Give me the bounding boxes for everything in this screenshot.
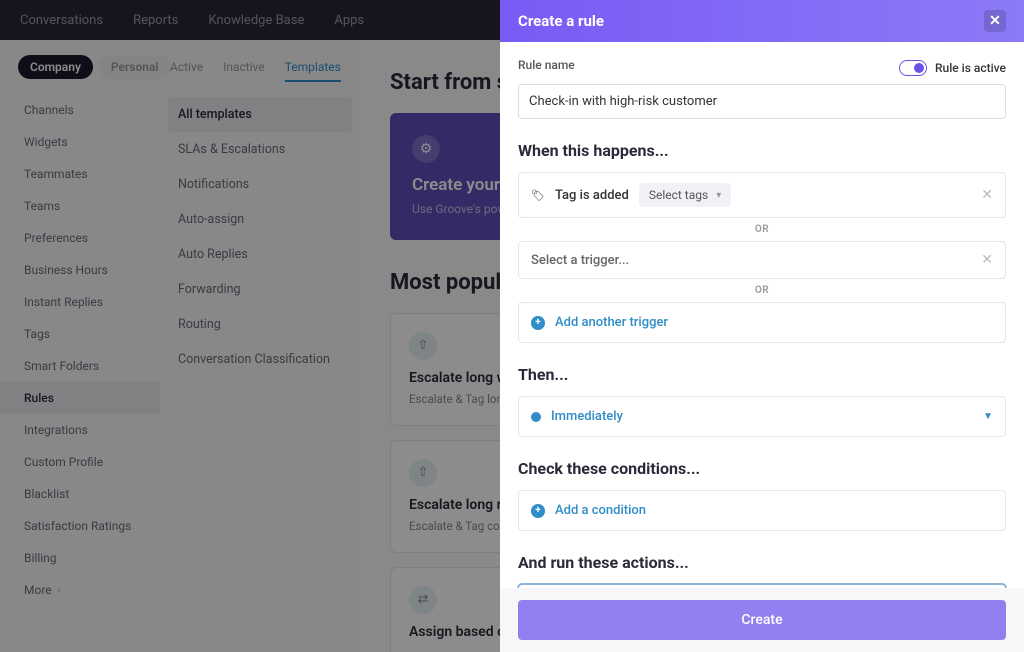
then-timing-dropdown[interactable]: Immediately ▼ xyxy=(518,396,1006,437)
section-actions: And run these actions... xyxy=(518,553,1006,572)
add-trigger-button[interactable]: + Add another trigger xyxy=(518,302,1006,343)
rule-active-label: Rule is active xyxy=(935,61,1006,75)
add-condition-button[interactable]: + Add a condition xyxy=(518,490,1006,531)
rule-name-input[interactable] xyxy=(518,84,1006,119)
rule-name-label: Rule name xyxy=(518,58,575,72)
dot-icon xyxy=(531,412,541,422)
remove-trigger-icon[interactable]: ✕ xyxy=(981,252,993,268)
section-then: Then... xyxy=(518,365,1006,384)
tag-icon: 🏷 xyxy=(531,189,545,202)
create-button[interactable]: Create xyxy=(518,600,1006,640)
or-separator: OR xyxy=(518,279,1006,302)
section-when: When this happens... xyxy=(518,141,1006,160)
trigger-select-row[interactable]: Select a trigger... ✕ xyxy=(518,241,1006,279)
panel-title: Create a rule xyxy=(518,12,604,30)
plus-icon: + xyxy=(531,316,545,330)
section-conditions: Check these conditions... xyxy=(518,459,1006,478)
create-rule-panel: Create a rule ✕ Rule name Rule is active… xyxy=(500,0,1024,652)
select-tags-dropdown[interactable]: Select tags ▾ xyxy=(639,183,731,207)
caret-down-icon: ▼ xyxy=(983,411,993,422)
close-icon: ✕ xyxy=(989,13,1001,29)
trigger-placeholder: Select a trigger... xyxy=(531,253,629,268)
remove-trigger-icon[interactable]: ✕ xyxy=(981,187,993,203)
plus-icon: + xyxy=(531,504,545,518)
or-separator: OR xyxy=(518,218,1006,241)
chevron-down-icon: ▾ xyxy=(716,190,721,201)
rule-active-toggle[interactable] xyxy=(899,60,927,76)
trigger-row[interactable]: 🏷 Tag is added Select tags ▾ ✕ xyxy=(518,172,1006,218)
close-button[interactable]: ✕ xyxy=(984,10,1006,32)
trigger-label: Tag is added xyxy=(555,188,629,203)
